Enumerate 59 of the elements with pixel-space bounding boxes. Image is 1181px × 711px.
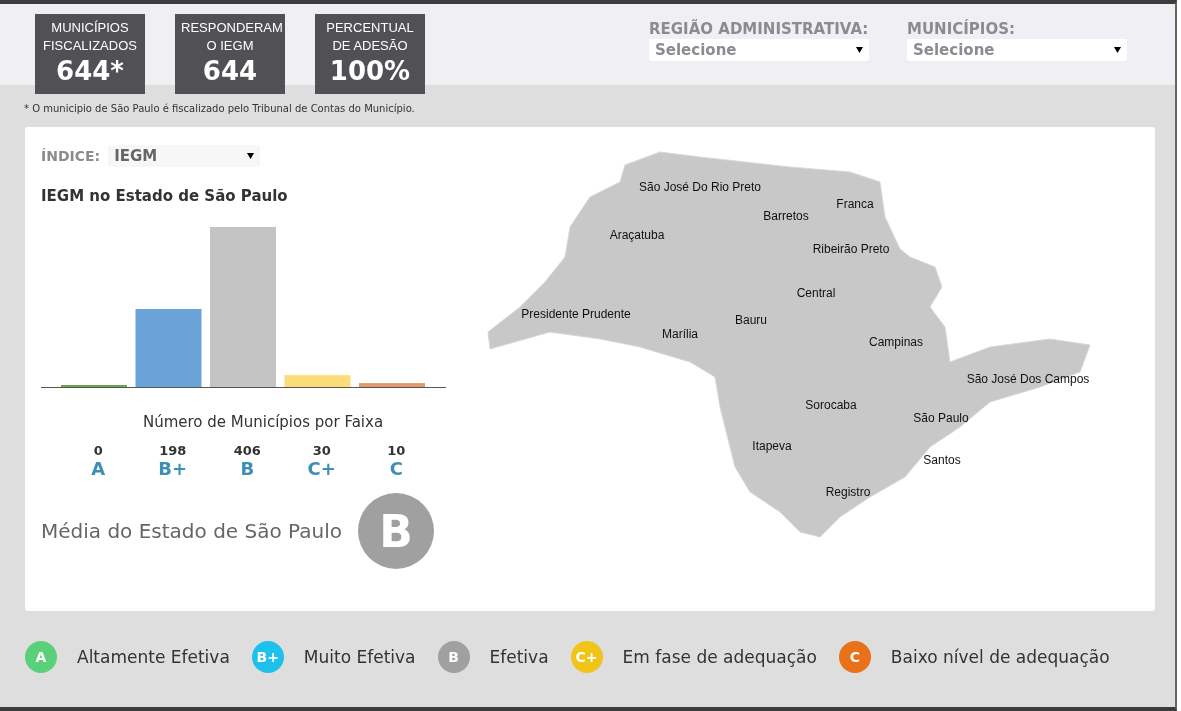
region-label: São José Do Rio Preto <box>638 180 762 194</box>
region-label: Barretos <box>763 209 809 223</box>
region-label: Central <box>796 286 836 300</box>
stat-label: MUNICÍPIOS FISCALIZADOS <box>42 19 138 55</box>
footnote: * O municipio de São Paulo é fiscalizado pelo Tribunal de Contas do Município. <box>23 102 416 116</box>
legend-label: Altamente Efetiva <box>77 647 230 667</box>
select-field[interactable]: Selecione <box>907 39 1127 61</box>
region-label: Sorocaba <box>805 398 857 412</box>
grade-badge: B <box>357 493 434 569</box>
select-field[interactable]: Selecione <box>649 39 869 61</box>
region-label: São José Dos Campos <box>966 372 1090 386</box>
region-label: Itapeva <box>752 439 792 453</box>
data-label: 406 <box>232 443 262 458</box>
legend-label: Baixo nível de adequação <box>890 647 1110 667</box>
caret-icon <box>1114 47 1121 53</box>
region-label: Araçatuba <box>609 228 665 242</box>
state-map[interactable] <box>487 151 1091 538</box>
region-label: Franca <box>836 197 874 211</box>
grade-badge: A <box>25 641 57 673</box>
grade-badge: C+ <box>570 641 603 673</box>
stat-value: 644 <box>201 55 259 87</box>
stat-label: RESPONDERAM O IEGM <box>180 19 284 55</box>
region-label: Presidente Prudente <box>521 307 631 321</box>
region-label: Bauru <box>735 313 767 327</box>
data-label: 198 <box>158 443 188 458</box>
caret-icon <box>247 153 255 159</box>
bar <box>284 375 351 387</box>
category-label: A <box>90 458 107 479</box>
grade-badge: B <box>437 641 470 673</box>
region-label: São Paulo <box>913 411 969 425</box>
bar <box>359 383 425 387</box>
grade-badge: B+ <box>251 641 284 673</box>
caret-icon <box>856 47 863 53</box>
region-label: Santos <box>923 453 961 467</box>
stat-value: 644* <box>55 55 125 87</box>
region-label: Ribeirão Preto <box>812 242 890 256</box>
chart-title: IEGM no Estado de São Paulo <box>41 187 289 205</box>
category-label: C+ <box>306 458 337 479</box>
data-label: 10 <box>386 443 407 458</box>
index-select[interactable]: IEGM <box>108 145 261 167</box>
axis-label: Número de Municípios por Faixa <box>141 413 385 431</box>
filter-label: MUNICÍPIOS: <box>907 20 1016 38</box>
average-label: Média do Estado de São Paulo <box>41 519 342 543</box>
stat-label: PERCENTUAL DE ADESÃO <box>325 19 415 55</box>
index-label: ÍNDICE: <box>41 148 101 164</box>
grade-badge: C <box>838 641 871 673</box>
category-label: B <box>239 458 256 479</box>
legend-label: Muito Efetiva <box>303 647 416 667</box>
filter-label: REGIÃO ADMINISTRATIVA: <box>649 20 869 38</box>
legend-label: Em fase de adequação <box>622 647 817 667</box>
region-label: Registro <box>825 485 871 499</box>
region-label: Campinas <box>869 335 923 349</box>
stat-value: 100% <box>328 55 412 87</box>
region-label: Marília <box>662 327 698 341</box>
data-label: 30 <box>311 443 332 458</box>
category-label: C <box>388 458 404 479</box>
legend-label: Efetiva <box>489 647 549 667</box>
category-label: B+ <box>157 458 189 479</box>
data-label: 0 <box>92 443 104 458</box>
